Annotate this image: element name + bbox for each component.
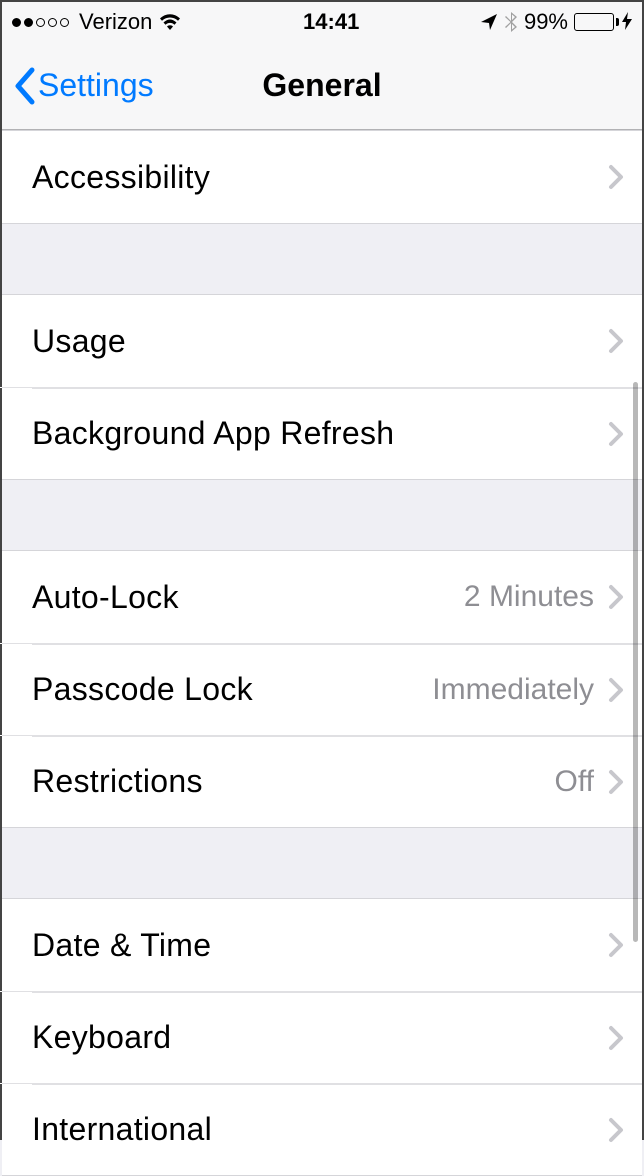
back-button[interactable]: Settings [14, 67, 154, 105]
row-background-app-refresh[interactable]: Background App Refresh [2, 387, 642, 479]
carrier-label: Verizon [79, 9, 152, 35]
chevron-right-icon [608, 932, 624, 958]
row-label: Keyboard [32, 1019, 608, 1056]
row-value: 2 Minutes [464, 580, 594, 614]
group-lock: Auto-Lock 2 Minutes Passcode Lock Immedi… [2, 550, 642, 828]
wifi-icon [158, 13, 182, 31]
row-restrictions[interactable]: Restrictions Off [2, 735, 642, 827]
bluetooth-icon [504, 11, 518, 33]
group-accessibility: Accessibility [2, 130, 642, 224]
row-value: Off [555, 765, 594, 799]
row-keyboard[interactable]: Keyboard [2, 991, 642, 1083]
row-passcode-lock[interactable]: Passcode Lock Immediately [2, 643, 642, 735]
status-time: 14:41 [303, 9, 359, 35]
status-left: Verizon [12, 9, 182, 35]
chevron-right-icon [608, 677, 624, 703]
chevron-right-icon [608, 769, 624, 795]
chevron-right-icon [608, 584, 624, 610]
location-icon [480, 13, 498, 31]
group-international: Date & Time Keyboard International [2, 898, 642, 1176]
battery-percent: 99% [524, 9, 568, 35]
chevron-left-icon [14, 67, 36, 105]
row-label: Accessibility [32, 159, 608, 196]
group-usage: Usage Background App Refresh [2, 294, 642, 480]
settings-list: Accessibility Usage Background App Refre… [2, 130, 642, 1176]
row-label: Restrictions [32, 763, 555, 800]
chevron-right-icon [608, 164, 624, 190]
row-label: Date & Time [32, 927, 608, 964]
row-auto-lock[interactable]: Auto-Lock 2 Minutes [2, 551, 642, 643]
row-label: Passcode Lock [32, 671, 432, 708]
row-international[interactable]: International [2, 1083, 642, 1175]
back-label: Settings [38, 67, 154, 104]
charging-icon [622, 12, 632, 33]
status-bar: Verizon 14:41 99% [2, 2, 642, 42]
row-date-time[interactable]: Date & Time [2, 899, 642, 991]
row-label: Auto-Lock [32, 579, 464, 616]
signal-strength-icon [12, 18, 69, 27]
row-label: Usage [32, 323, 608, 360]
row-accessibility[interactable]: Accessibility [2, 131, 642, 223]
battery-icon [574, 12, 632, 33]
row-label: Background App Refresh [32, 415, 608, 452]
chevron-right-icon [608, 1117, 624, 1143]
chevron-right-icon [608, 328, 624, 354]
status-right: 99% [480, 9, 632, 35]
row-usage[interactable]: Usage [2, 295, 642, 387]
chevron-right-icon [608, 1025, 624, 1051]
nav-bar: Settings General [2, 42, 642, 130]
row-value: Immediately [432, 673, 594, 707]
scroll-indicator[interactable] [633, 382, 638, 942]
chevron-right-icon [608, 421, 624, 447]
row-label: International [32, 1111, 608, 1148]
